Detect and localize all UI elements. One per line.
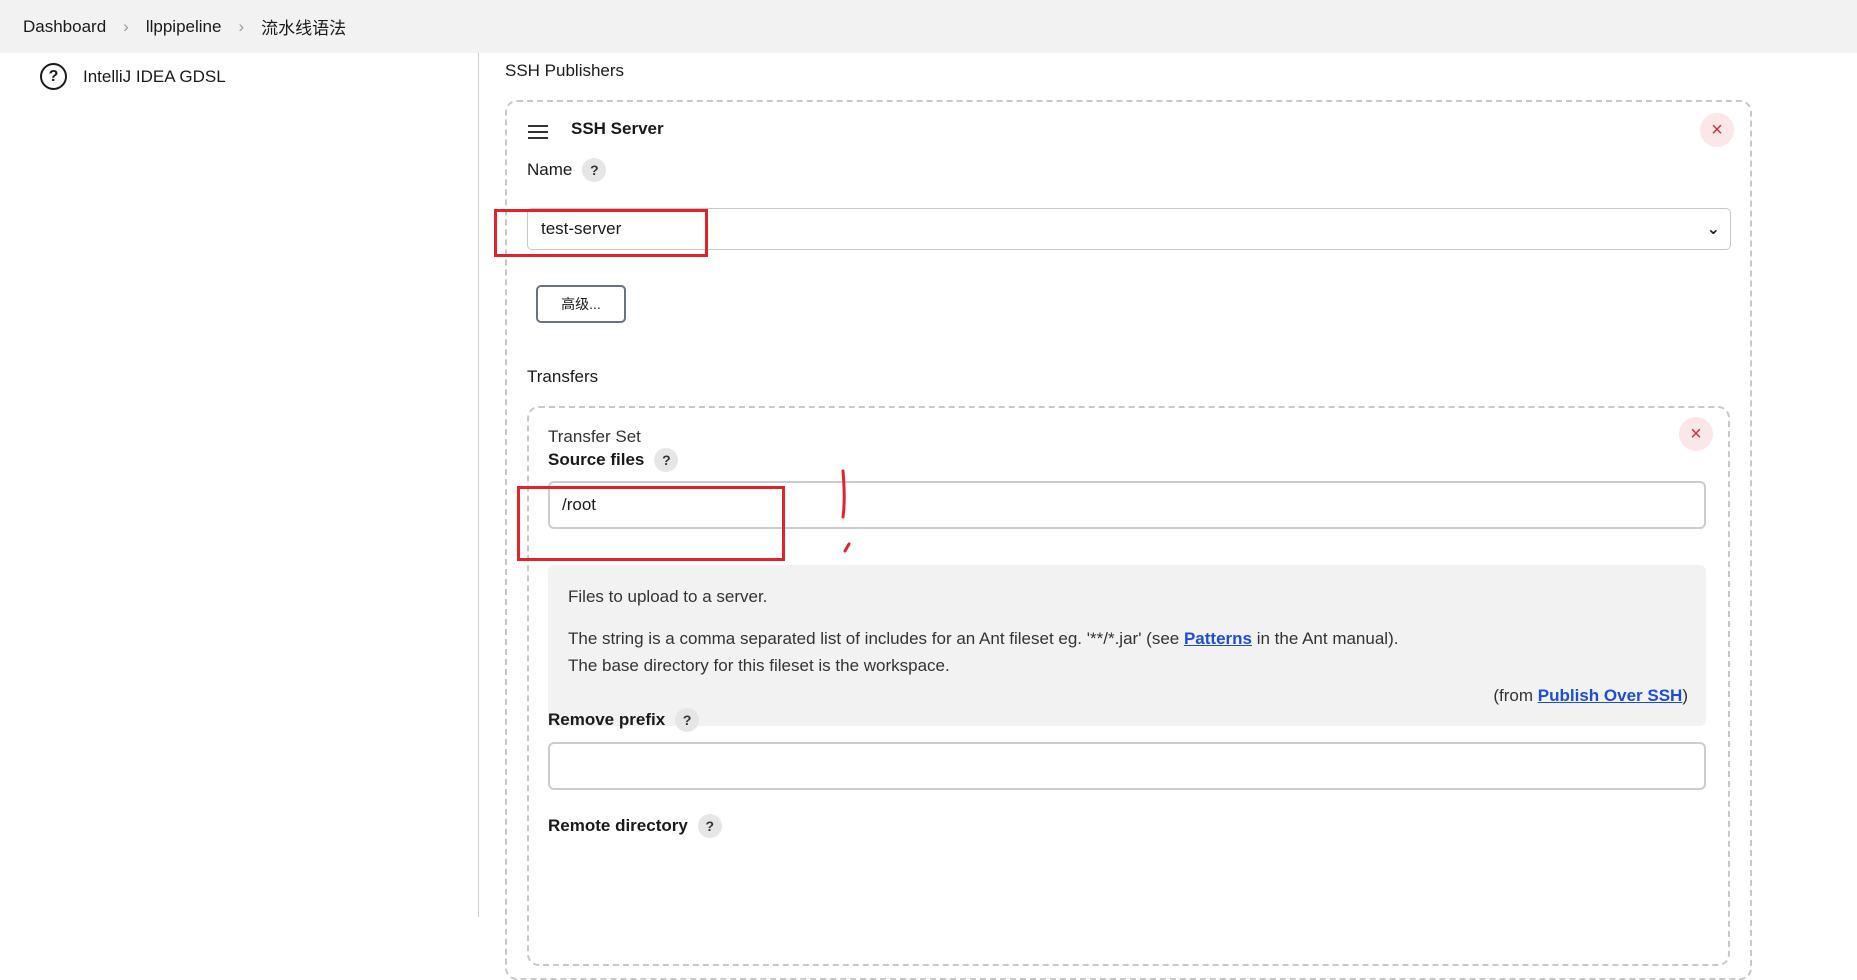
help-icon[interactable]: ? bbox=[582, 158, 607, 182]
remote-directory-label: Remote directory bbox=[548, 816, 688, 835]
breadcrumb: Dashboard › llppipeline › 流水线语法 bbox=[0, 0, 1857, 53]
help-text-line1: Files to upload to a server. bbox=[568, 587, 768, 606]
section-title: SSH Publishers bbox=[505, 61, 625, 80]
transfers-label: Transfers bbox=[527, 367, 599, 386]
ssh-server-box: SSH Server × Name ? test-server ⌄ 高级... … bbox=[505, 100, 1752, 980]
help-source: (from Publish Over SSH) bbox=[1493, 686, 1688, 705]
breadcrumb-pipeline-syntax[interactable]: 流水线语法 bbox=[261, 14, 346, 39]
remove-prefix-label: Remove prefix bbox=[548, 710, 666, 729]
chevron-right-icon: › bbox=[123, 16, 129, 36]
source-files-help: Files to upload to a server. The string … bbox=[548, 565, 1706, 726]
delete-transfer-set-button[interactable]: × bbox=[1679, 417, 1713, 451]
breadcrumb-dashboard[interactable]: Dashboard bbox=[23, 17, 106, 37]
help-text-line3: The base directory for this fileset is t… bbox=[568, 656, 950, 675]
transfer-set-title: Transfer Set bbox=[548, 427, 641, 446]
name-label-row: Name ? bbox=[527, 158, 607, 182]
server-name-select[interactable]: test-server ⌄ bbox=[527, 208, 1731, 250]
remove-prefix-label-row: Remove prefix ? bbox=[548, 708, 700, 732]
help-text-line2: The string is a comma separated list of … bbox=[568, 629, 1399, 648]
chevron-right-icon: › bbox=[238, 16, 245, 36]
transfer-set-box: Transfer Set × Source files ? /root File… bbox=[527, 406, 1730, 966]
sidebar-item-label: IntelliJ IDEA GDSL bbox=[83, 66, 226, 86]
patterns-link[interactable]: Patterns bbox=[1184, 629, 1252, 648]
drag-handle-icon[interactable] bbox=[528, 125, 548, 143]
help-icon[interactable]: ? bbox=[675, 708, 700, 732]
source-files-input[interactable]: /root bbox=[548, 481, 1706, 529]
sidebar-item-intellij-gdsl[interactable]: ? IntelliJ IDEA GDSL bbox=[40, 63, 226, 90]
help-icon[interactable]: ? bbox=[654, 448, 679, 472]
source-files-label-row: Source files ? bbox=[548, 448, 679, 472]
sidebar: ? IntelliJ IDEA GDSL bbox=[0, 53, 478, 917]
remove-prefix-input[interactable] bbox=[548, 742, 1706, 790]
advanced-button[interactable]: 高级... bbox=[536, 285, 626, 323]
delete-server-button[interactable]: × bbox=[1700, 113, 1734, 147]
publish-over-ssh-link[interactable]: Publish Over SSH bbox=[1538, 686, 1683, 705]
help-icon[interactable]: ? bbox=[697, 814, 722, 838]
help-circle-icon: ? bbox=[40, 63, 67, 90]
ssh-server-title: SSH Server bbox=[571, 119, 664, 138]
remote-directory-label-row: Remote directory ? bbox=[548, 814, 722, 838]
chevron-down-icon: ⌄ bbox=[1706, 221, 1720, 238]
source-files-label: Source files bbox=[548, 450, 645, 469]
annotation-mark bbox=[841, 469, 851, 553]
name-label: Name bbox=[527, 160, 573, 179]
breadcrumb-pipeline[interactable]: llppipeline bbox=[146, 17, 222, 37]
server-name-value: test-server bbox=[541, 219, 622, 238]
main-content: SSH Publishers SSH Server × Name ? test-… bbox=[479, 53, 1857, 980]
